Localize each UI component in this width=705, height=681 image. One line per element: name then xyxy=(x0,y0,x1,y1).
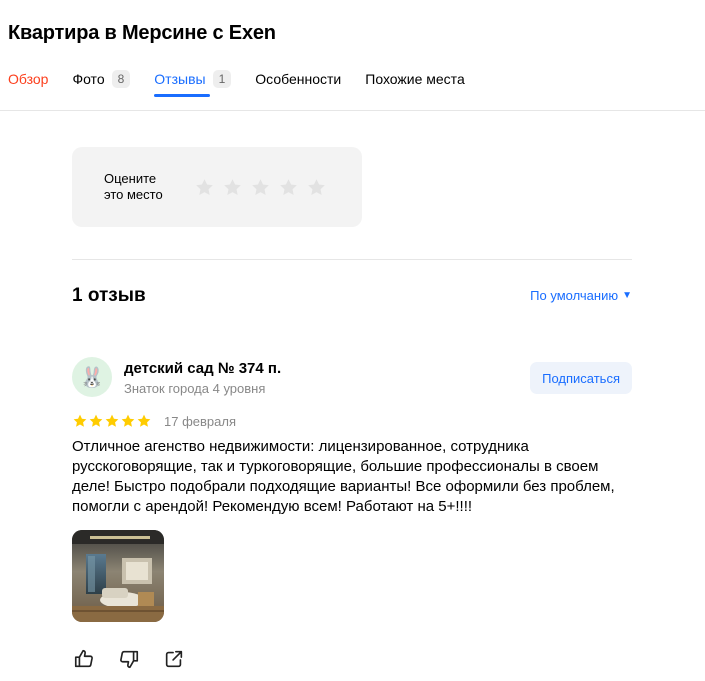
sort-dropdown-label: По умолчанию xyxy=(530,288,619,303)
star-icon xyxy=(279,178,297,195)
rating-star-icon xyxy=(137,414,151,427)
review-rating-stars xyxy=(72,413,152,429)
rate-place-label: Оцените это место xyxy=(104,171,190,203)
rate-star-4[interactable] xyxy=(274,175,302,199)
avatar[interactable]: 🐰 xyxy=(72,357,112,397)
rating-star-icon xyxy=(121,414,135,427)
tab-reviews-count: 1 xyxy=(212,70,232,88)
rating-star-icon xyxy=(89,414,103,427)
sort-dropdown[interactable]: По умолчанию ▼ xyxy=(530,288,632,303)
subscribe-button[interactable]: Подписаться xyxy=(530,362,632,394)
rate-place-label-line1: Оцените xyxy=(104,171,157,186)
tab-overview-label: Обзор xyxy=(8,71,49,87)
star-icon xyxy=(307,178,325,195)
rate-stars xyxy=(190,175,330,199)
tab-similar-places-label: Похожие места xyxy=(365,71,465,87)
rate-star-5[interactable] xyxy=(302,175,330,199)
rating-star-icon xyxy=(73,414,87,427)
rate-place-label-line2: это место xyxy=(104,187,163,202)
apartment-photo-image xyxy=(72,530,164,622)
rate-place-card: Оцените это место xyxy=(72,147,362,227)
review-author-name[interactable]: детский сад № 374 п. xyxy=(124,360,281,377)
tab-bar: Обзор Фото 8 Отзывы 1 Особенности Похожи… xyxy=(8,68,489,97)
review-text: Отличное агенство недвижимости: лицензир… xyxy=(72,438,615,515)
rating-star-icon xyxy=(105,414,119,427)
tab-photos-label: Фото xyxy=(72,71,105,87)
rate-star-2[interactable] xyxy=(218,175,246,199)
rabbit-emoji-icon: 🐰 xyxy=(79,366,105,389)
reviews-count-heading: 1 отзыв xyxy=(72,285,146,306)
rate-star-3[interactable] xyxy=(246,175,274,199)
tab-reviews[interactable]: Отзывы 1 xyxy=(154,68,232,97)
tab-photos[interactable]: Фото 8 xyxy=(72,68,131,90)
review-photo-thumbnail[interactable] xyxy=(72,530,164,622)
page-title: Квартира в Мерсине с Exen xyxy=(8,22,276,44)
share-icon[interactable] xyxy=(162,647,186,671)
dislike-icon[interactable] xyxy=(117,647,141,671)
tab-reviews-label: Отзывы xyxy=(154,71,206,87)
star-icon xyxy=(251,178,269,195)
chevron-down-icon: ▼ xyxy=(622,290,632,301)
rate-star-1[interactable] xyxy=(190,175,218,199)
tab-features-label: Особенности xyxy=(255,71,342,87)
star-icon xyxy=(223,178,241,195)
review-author-level: Знаток города 4 уровня xyxy=(124,381,266,396)
tab-similar-places[interactable]: Похожие места xyxy=(365,68,464,90)
tab-features[interactable]: Особенности xyxy=(255,68,341,90)
star-icon xyxy=(195,178,213,195)
like-icon[interactable] xyxy=(72,647,96,671)
tab-overview[interactable]: Обзор xyxy=(8,68,48,90)
review-actions xyxy=(72,647,207,671)
tab-photos-count: 8 xyxy=(111,70,131,88)
section-divider xyxy=(72,259,632,260)
tabs-divider xyxy=(0,110,705,111)
review-date: 17 февраля xyxy=(164,414,236,429)
